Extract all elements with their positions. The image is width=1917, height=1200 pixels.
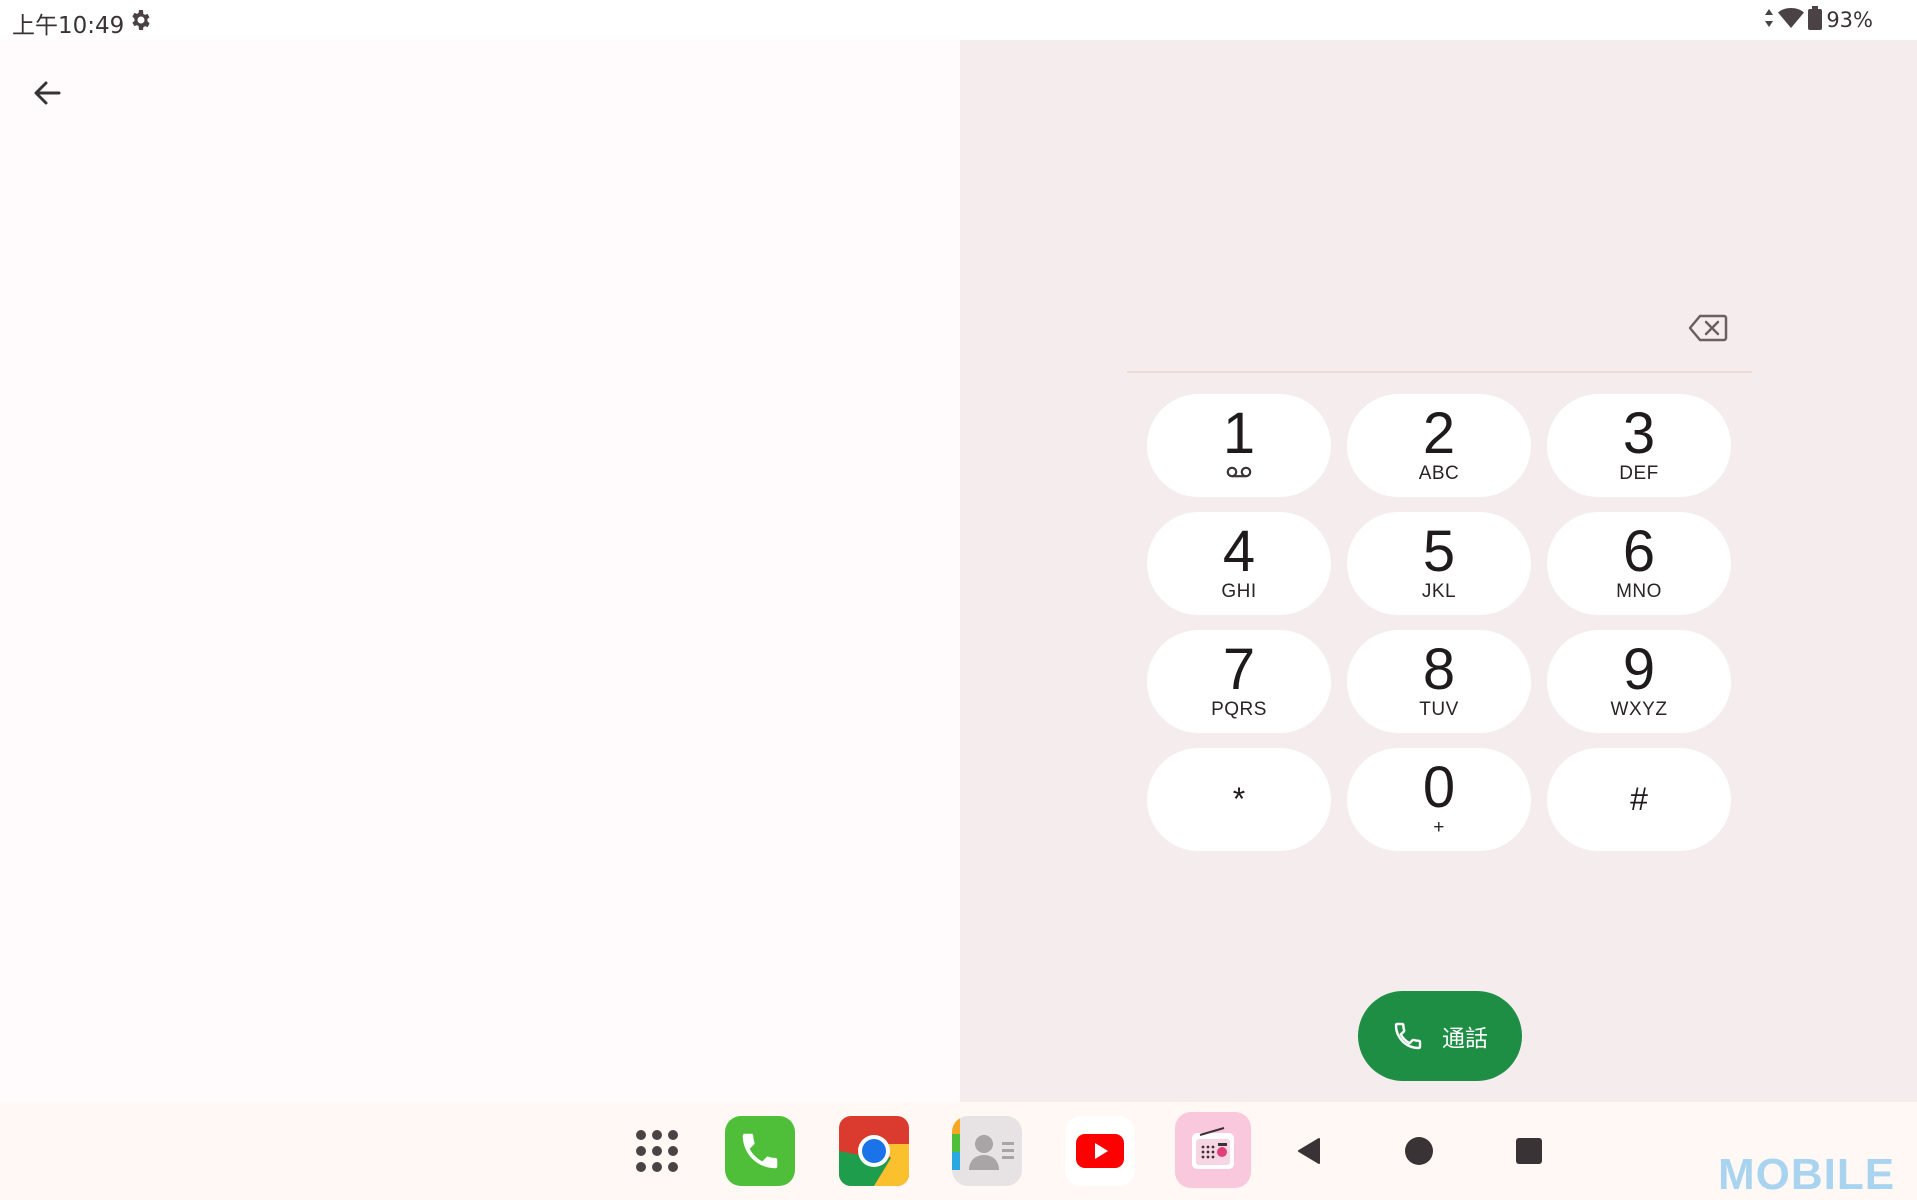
key-letters: DEF [1619, 462, 1659, 484]
call-button[interactable]: 通話 [1358, 991, 1522, 1081]
digits-field-divider [1127, 371, 1752, 373]
contacts-app-icon[interactable] [952, 1116, 1022, 1186]
key-letters: + [1433, 816, 1445, 838]
status-time: 上午10:49 [12, 13, 125, 39]
home-nav-icon[interactable] [1384, 1116, 1454, 1186]
key-3[interactable]: 3 DEF [1547, 394, 1731, 497]
settings-gear-icon [128, 8, 152, 32]
key-letters: ABC [1418, 462, 1460, 484]
key-digit: 1 [1222, 400, 1256, 466]
watermark: MOBILE [1718, 1150, 1896, 1199]
dialpad: 1 2 ABC 3 DEF 4 GHI 5 JKL 6 MNO 7 PQRS 8… [1147, 394, 1731, 851]
battery-percentage: 93% [1826, 8, 1873, 32]
status-bar [0, 0, 1917, 40]
backspace-icon [1688, 314, 1728, 342]
key-digit: 0 [1422, 754, 1456, 820]
battery-icon [1808, 6, 1823, 34]
key-7[interactable]: 7 PQRS [1147, 630, 1331, 733]
key-digit: 7 [1222, 636, 1256, 702]
phone-icon [1394, 1022, 1422, 1050]
key-star[interactable]: * [1147, 748, 1331, 851]
backspace-button[interactable] [1683, 308, 1733, 348]
radio-app-icon[interactable] [1175, 1112, 1251, 1188]
key-digit: 2 [1422, 400, 1456, 466]
key-digit: 4 [1222, 518, 1256, 584]
key-digit: 3 [1622, 400, 1656, 466]
key-digit: 9 [1622, 636, 1656, 702]
key-9[interactable]: 9 WXYZ [1547, 630, 1731, 733]
key-digit: 6 [1622, 518, 1656, 584]
key-letters: PQRS [1211, 698, 1267, 720]
key-1[interactable]: 1 [1147, 394, 1331, 497]
voicemail-icon [1226, 463, 1252, 485]
key-letters: JKL [1421, 580, 1457, 602]
recents-nav-icon[interactable] [1494, 1116, 1564, 1186]
key-letters: WXYZ [1610, 698, 1668, 720]
chrome-app-icon[interactable] [839, 1116, 909, 1186]
apps-grid-icon[interactable] [622, 1116, 692, 1186]
arrow-back-icon [34, 81, 61, 105]
key-hash[interactable]: # [1547, 748, 1731, 851]
youtube-app-icon[interactable] [1065, 1116, 1135, 1186]
key-4[interactable]: 4 GHI [1147, 512, 1331, 615]
back-nav-icon[interactable] [1275, 1116, 1345, 1186]
back-button[interactable] [26, 72, 68, 114]
key-digit: * [1232, 781, 1246, 817]
key-2[interactable]: 2 ABC [1347, 394, 1531, 497]
key-6[interactable]: 6 MNO [1547, 512, 1731, 615]
key-letters: GHI [1221, 580, 1257, 602]
wifi-icon [1778, 7, 1805, 33]
status-indicators: 93% [1764, 6, 1873, 34]
key-8[interactable]: 8 TUV [1347, 630, 1531, 733]
left-pane [0, 40, 960, 1102]
phone-app-icon[interactable] [725, 1116, 795, 1186]
key-digit: 8 [1422, 636, 1456, 702]
key-letters: TUV [1419, 698, 1459, 720]
key-digit: # [1630, 781, 1648, 817]
key-digit: 5 [1422, 518, 1456, 584]
key-0[interactable]: 0 + [1347, 748, 1531, 851]
key-5[interactable]: 5 JKL [1347, 512, 1531, 615]
data-arrows-icon [1764, 7, 1774, 33]
call-label: 通話 [1442, 1026, 1488, 1052]
key-letters: MNO [1616, 580, 1662, 602]
